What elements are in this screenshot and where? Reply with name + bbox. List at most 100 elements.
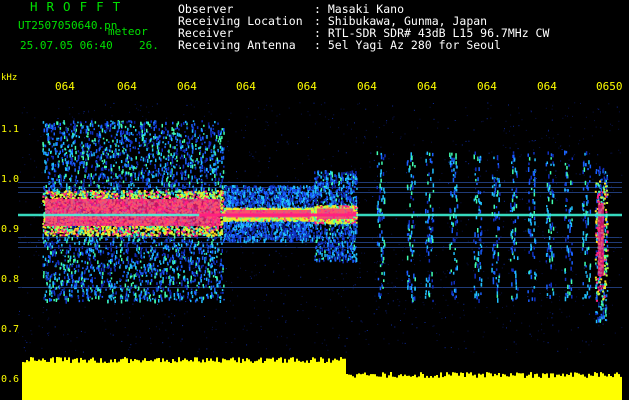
- echo-speck: [60, 251, 63, 254]
- burst-speck: [412, 198, 415, 201]
- noise-speck: [319, 278, 321, 280]
- echo-speck: [45, 161, 47, 165]
- noise-speck: [436, 340, 438, 341]
- echo-speck: [68, 133, 70, 136]
- burst-speck: [528, 218, 530, 222]
- burst-speck: [378, 224, 381, 228]
- echo-speck: [115, 173, 117, 177]
- burst-speck: [510, 202, 512, 207]
- noise-speck: [24, 236, 26, 237]
- burst-speck: [496, 294, 499, 298]
- noise-speck: [285, 320, 287, 321]
- burst-speck: [585, 220, 587, 224]
- burst-speck: [547, 151, 549, 155]
- echo-speck: [182, 171, 184, 175]
- echo-speck: [135, 156, 137, 160]
- echo-speck: [175, 136, 177, 140]
- burst-speck: [430, 235, 433, 240]
- noise-speck: [518, 107, 519, 109]
- burst-speck: [453, 157, 455, 162]
- echo-speck: [122, 239, 125, 242]
- noise-speck: [591, 340, 592, 342]
- noise-speck: [95, 184, 97, 186]
- echo-speck: [126, 157, 128, 160]
- noise-speck: [137, 162, 139, 164]
- echo-speck: [136, 269, 139, 272]
- noise-speck: [448, 183, 450, 185]
- echo-speck: [132, 281, 134, 284]
- noise-speck: [340, 296, 342, 298]
- echo-speck: [114, 154, 117, 159]
- echo-speck: [172, 261, 175, 265]
- burst-speck: [493, 204, 495, 209]
- burst-speck: [380, 293, 382, 296]
- noise-speck: [343, 278, 344, 280]
- noise-speck: [225, 172, 227, 174]
- noise-speck: [613, 189, 614, 191]
- noise-speck: [502, 326, 504, 328]
- noise-speck: [592, 178, 594, 180]
- noise-speck: [437, 121, 439, 123]
- noise-speck: [411, 208, 413, 210]
- noise-speck: [436, 272, 437, 274]
- noise-speck: [121, 340, 123, 342]
- noise-speck: [225, 280, 227, 282]
- noise-speck: [486, 118, 488, 120]
- echo-speck: [156, 282, 158, 286]
- echo-speck: [125, 265, 127, 268]
- noise-speck: [273, 271, 275, 273]
- noise-speck: [395, 253, 397, 255]
- burst-speck: [512, 268, 514, 273]
- echo-speck: [118, 166, 120, 169]
- noise-speck: [426, 179, 428, 181]
- echo-speck: [42, 121, 45, 124]
- echo-speck: [127, 294, 130, 298]
- burst-speck: [533, 206, 536, 210]
- echo-speck: [221, 179, 223, 183]
- noise-speck: [362, 142, 364, 144]
- noise-speck: [258, 160, 260, 162]
- noise-speck: [537, 330, 539, 332]
- echo-speck: [45, 237, 47, 239]
- noise-speck: [130, 344, 132, 346]
- echo-speck: [158, 156, 161, 160]
- burst-speck: [452, 177, 455, 183]
- noise-speck: [452, 140, 454, 142]
- echo-speck: [167, 130, 169, 133]
- noise-speck: [357, 103, 359, 105]
- noise-speck: [26, 242, 28, 243]
- echo-speck: [80, 282, 82, 285]
- noise-speck: [30, 330, 32, 332]
- noise-speck: [190, 104, 192, 106]
- noise-speck: [249, 151, 250, 153]
- burst-speck: [586, 247, 588, 252]
- echo-speck: [166, 162, 169, 166]
- echo-speck: [172, 281, 174, 285]
- echo-speck: [99, 237, 101, 241]
- echo-speck: [193, 251, 195, 255]
- burst-speck: [514, 231, 516, 236]
- burst-speck: [406, 270, 409, 276]
- burst-speck: [570, 266, 572, 271]
- burst-speck: [409, 286, 411, 291]
- noise-speck: [404, 246, 406, 248]
- echo-speck: [62, 282, 64, 286]
- noise-speck: [508, 249, 510, 251]
- noise-speck: [433, 118, 435, 120]
- echo-speck: [135, 129, 137, 132]
- echo-speck: [126, 131, 129, 135]
- noise-speck: [253, 157, 255, 159]
- noise-speck: [320, 104, 322, 106]
- echo-speck: [47, 259, 50, 263]
- noise-speck: [216, 146, 218, 148]
- burst-speck: [480, 202, 482, 206]
- noise-speck: [427, 208, 429, 210]
- burst-speck: [533, 189, 536, 193]
- noise-speck: [487, 108, 489, 110]
- burst-speck: [531, 199, 534, 204]
- noise-speck: [112, 334, 114, 336]
- echo-speck: [100, 156, 103, 160]
- echo-speck: [218, 280, 221, 284]
- echo-speck: [75, 182, 78, 185]
- burst-speck: [513, 158, 516, 162]
